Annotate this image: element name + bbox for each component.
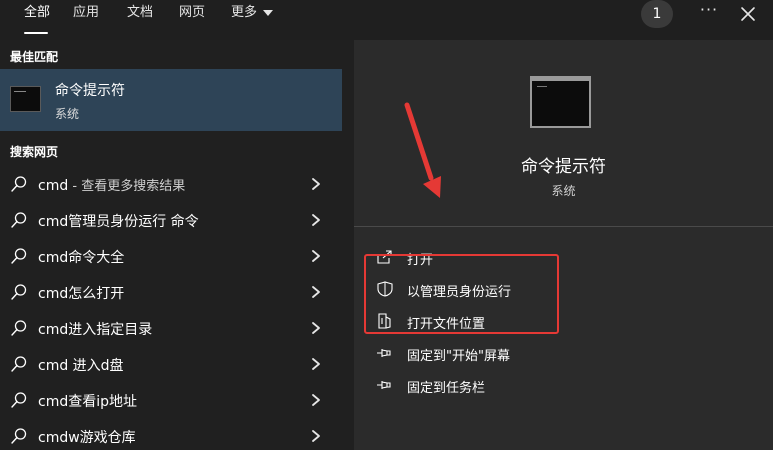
tab-documents[interactable]: 文档 xyxy=(127,0,153,40)
best-match-heading: 最佳匹配 xyxy=(10,50,59,64)
web-result-row[interactable]: cmd - 查看更多搜索结果 xyxy=(0,166,342,202)
chevron-right-icon[interactable] xyxy=(309,284,323,300)
chevron-down-icon xyxy=(263,9,274,16)
tab-apps[interactable]: 应用 xyxy=(73,0,99,40)
web-result-row[interactable]: cmd查看ip地址 xyxy=(0,382,342,418)
run-as-admin-action[interactable]: 以管理员身份运行 xyxy=(376,277,636,301)
web-result-row[interactable]: cmd怎么打开 xyxy=(0,274,342,310)
chevron-right-icon[interactable] xyxy=(309,428,323,444)
web-result-row[interactable]: cmd命令大全 xyxy=(0,238,342,274)
web-result-row[interactable]: cmd进入指定目录 xyxy=(0,310,342,346)
tab-all[interactable]: 全部 xyxy=(12,0,60,40)
app-title: 命令提示符 xyxy=(521,157,606,177)
search-icon xyxy=(11,320,27,336)
search-icon xyxy=(11,428,27,444)
search-icon xyxy=(11,176,27,192)
web-result-label: cmdw游戏仓库 xyxy=(38,430,136,446)
pin-icon xyxy=(377,381,391,389)
more-options-button[interactable]: ··· xyxy=(697,0,721,28)
tab-web[interactable]: 网页 xyxy=(179,0,205,40)
web-result-label: cmd怎么打开 xyxy=(38,286,125,302)
chevron-right-icon[interactable] xyxy=(309,392,323,408)
best-match-title: 命令提示符 xyxy=(55,83,125,99)
search-icon xyxy=(11,212,27,228)
search-icon xyxy=(11,356,27,372)
open-file-location-action[interactable]: 打开文件位置 xyxy=(376,309,636,333)
open-icon xyxy=(377,250,392,264)
shield-icon xyxy=(377,281,393,297)
search-icon xyxy=(11,284,27,300)
web-result-row[interactable]: cmdw游戏仓库 xyxy=(0,418,342,450)
web-result-label: cmd 进入d盘 xyxy=(38,358,124,374)
search-icon xyxy=(11,248,27,264)
open-action[interactable]: 打开 xyxy=(376,245,636,269)
divider xyxy=(354,226,773,227)
terminal-icon xyxy=(10,86,41,112)
notification-badge[interactable]: 1 xyxy=(641,0,673,28)
close-icon[interactable] xyxy=(738,4,758,24)
web-result-label: cmd进入指定目录 xyxy=(38,322,153,338)
web-result-label: cmd查看ip地址 xyxy=(38,394,137,410)
results-list: 最佳匹配 命令提示符 系统 搜索网页 cmd - 查看更多搜索结果 cmd管理员身… xyxy=(0,40,342,450)
detail-panel: 命令提示符 系统 打开 以管理员身份运行 打开文件位置 固定到"开始"屏幕 固定… xyxy=(354,40,773,450)
search-icon xyxy=(11,392,27,408)
pin-to-taskbar-action[interactable]: 固定到任务栏 xyxy=(376,373,636,397)
app-subtitle: 系统 xyxy=(551,184,576,198)
top-bar: 全部 应用 文档 网页 更多 1 ··· xyxy=(0,0,773,40)
best-match-item[interactable]: 命令提示符 系统 xyxy=(0,69,342,131)
web-result-label: cmd管理员身份运行 命令 xyxy=(38,214,199,230)
active-tab-indicator xyxy=(24,32,48,34)
web-search-heading: 搜索网页 xyxy=(10,145,59,159)
best-match-subtitle: 系统 xyxy=(55,107,80,121)
web-result-row[interactable]: cmd管理员身份运行 命令 xyxy=(0,202,342,238)
chevron-right-icon[interactable] xyxy=(309,248,323,264)
web-result-label: cmd命令大全 xyxy=(38,250,125,266)
chevron-right-icon[interactable] xyxy=(309,212,323,228)
chevron-right-icon[interactable] xyxy=(309,356,323,372)
pin-to-start-action[interactable]: 固定到"开始"屏幕 xyxy=(376,341,636,365)
pin-icon xyxy=(377,349,391,357)
chevron-right-icon[interactable] xyxy=(309,320,323,336)
chevron-right-icon[interactable] xyxy=(309,176,323,192)
tab-more[interactable]: 更多 xyxy=(231,0,274,40)
web-result-row[interactable]: cmd 进入d盘 xyxy=(0,346,342,382)
web-result-label: cmd - 查看更多搜索结果 xyxy=(38,178,186,194)
folder-icon xyxy=(378,313,391,329)
terminal-icon xyxy=(530,76,591,128)
